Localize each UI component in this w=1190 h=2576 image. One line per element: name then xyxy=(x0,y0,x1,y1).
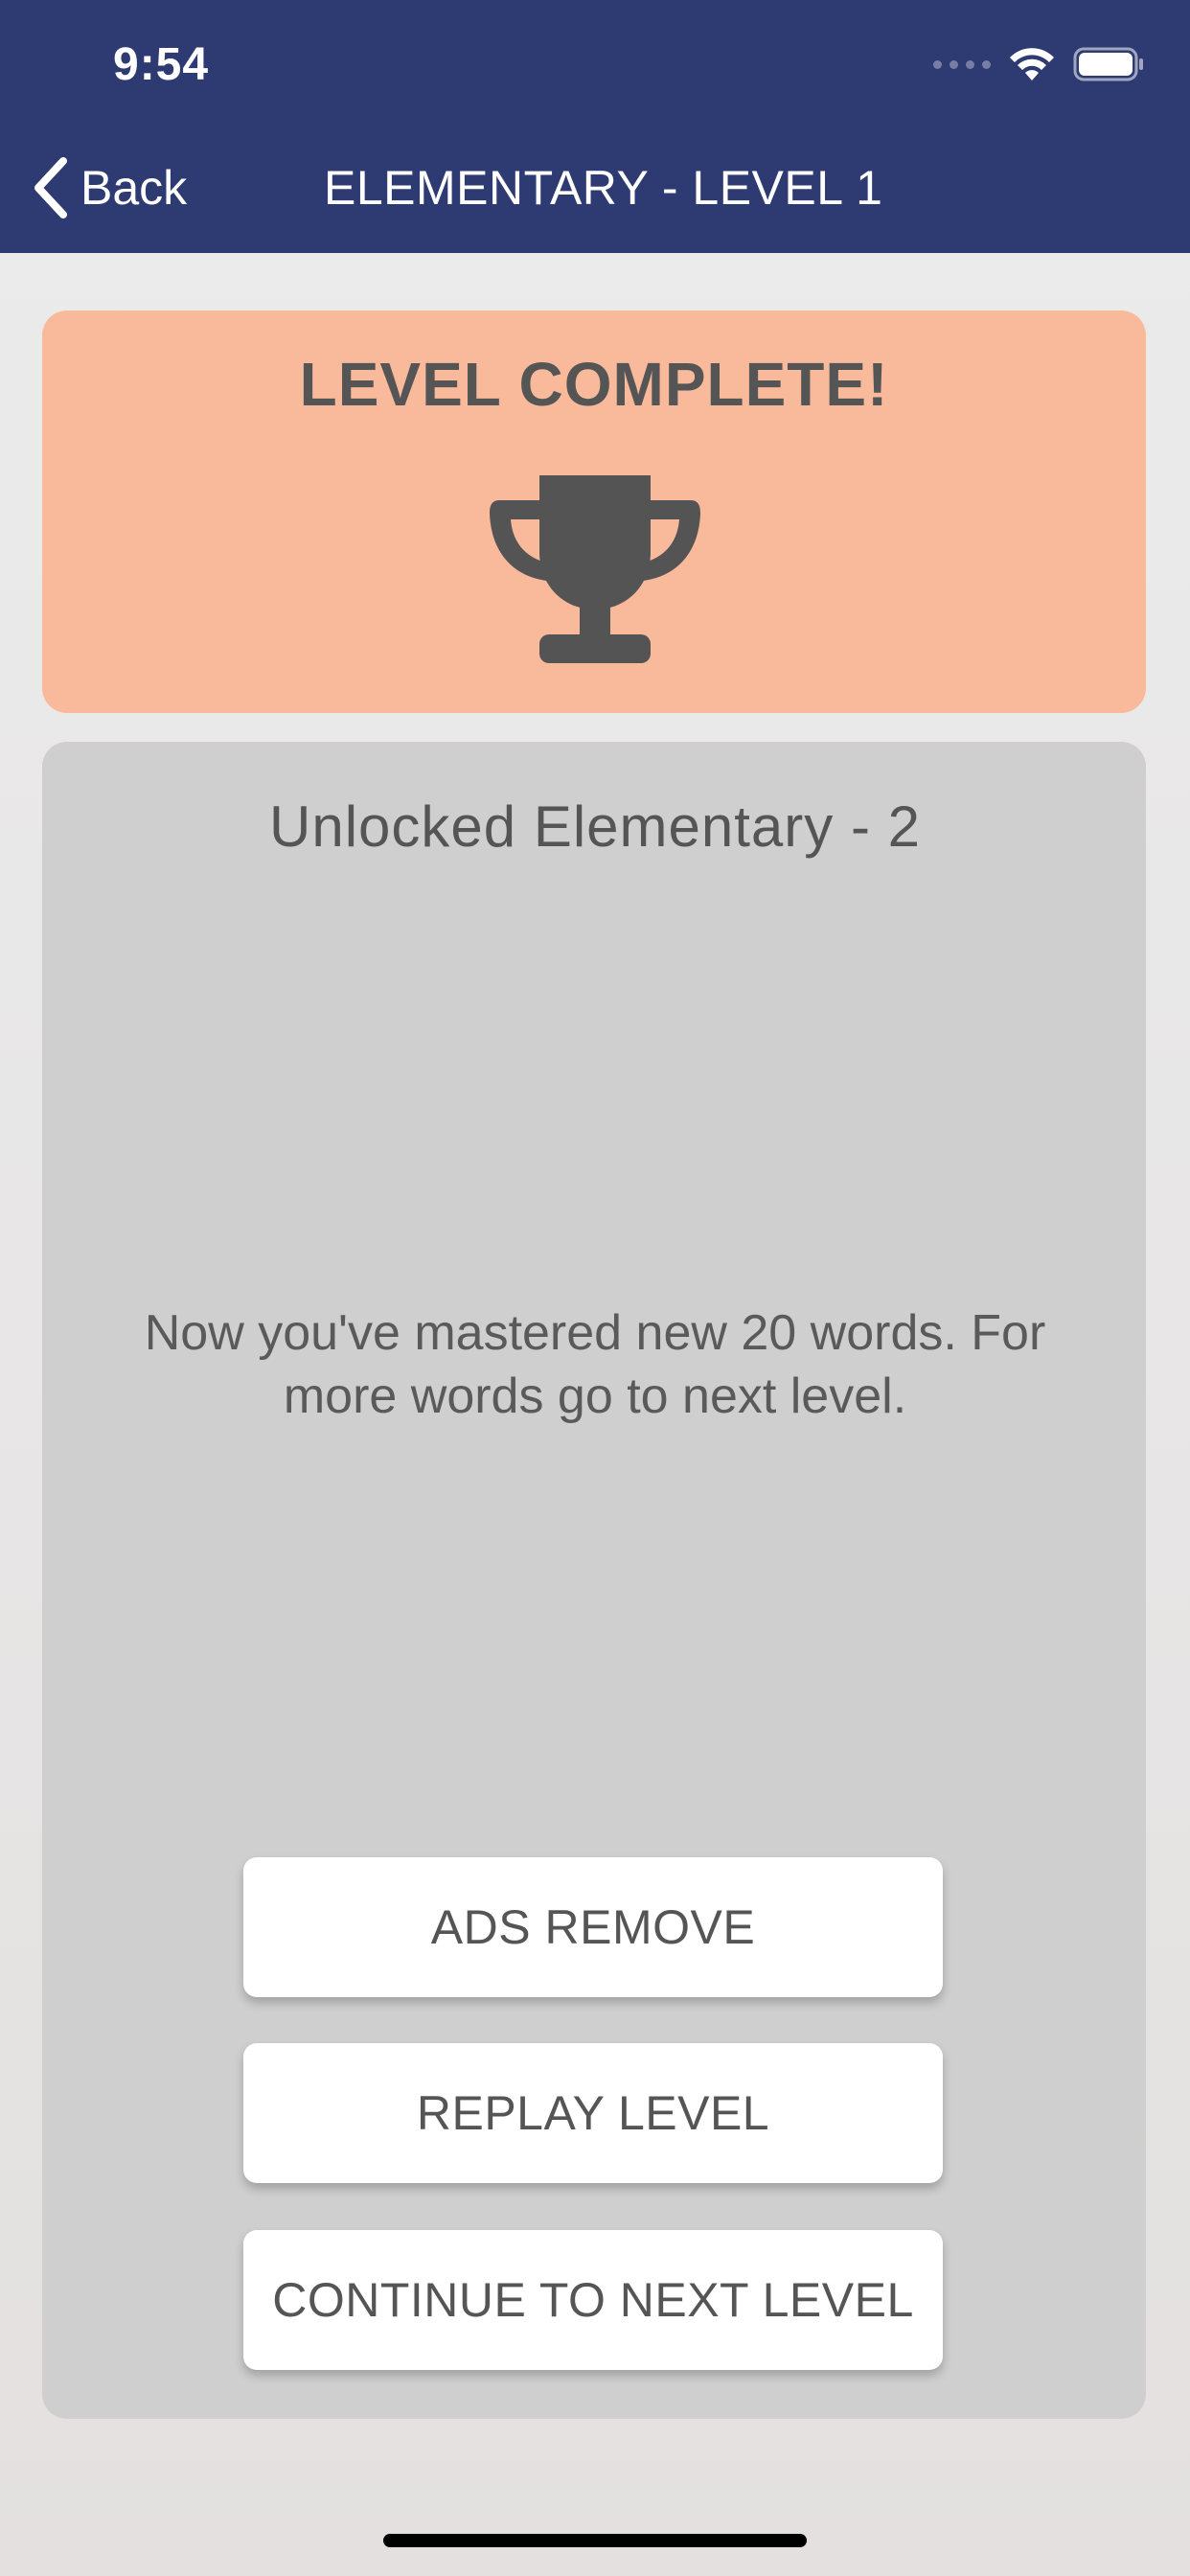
cellular-signal-icon xyxy=(933,59,991,69)
navigation-bar: 9:54 Back ELEMENTARY - LEVEL 1 xyxy=(0,0,1190,253)
unlocked-level-title: Unlocked Elementary - 2 xyxy=(269,794,921,859)
home-indicator[interactable] xyxy=(383,2534,807,2547)
trophy-icon xyxy=(490,475,700,663)
level-complete-title: LEVEL COMPLETE! xyxy=(299,350,889,419)
replay-level-button[interactable]: REPLAY LEVEL xyxy=(243,2043,943,2183)
wifi-icon xyxy=(1010,48,1054,80)
status-icons xyxy=(933,42,1146,86)
back-label: Back xyxy=(80,161,188,215)
status-time: 9:54 xyxy=(113,39,210,90)
continue-next-level-button[interactable]: CONTINUE TO NEXT LEVEL xyxy=(243,2230,943,2370)
page-title: ELEMENTARY - LEVEL 1 xyxy=(324,161,883,215)
chevron-left-icon xyxy=(34,157,67,218)
ads-remove-button[interactable]: ADS REMOVE xyxy=(243,1857,943,1997)
battery-icon xyxy=(1073,47,1143,81)
back-button[interactable]: Back xyxy=(33,153,187,222)
completion-message: Now you've mastered new 20 words. For mo… xyxy=(144,1305,1046,1424)
